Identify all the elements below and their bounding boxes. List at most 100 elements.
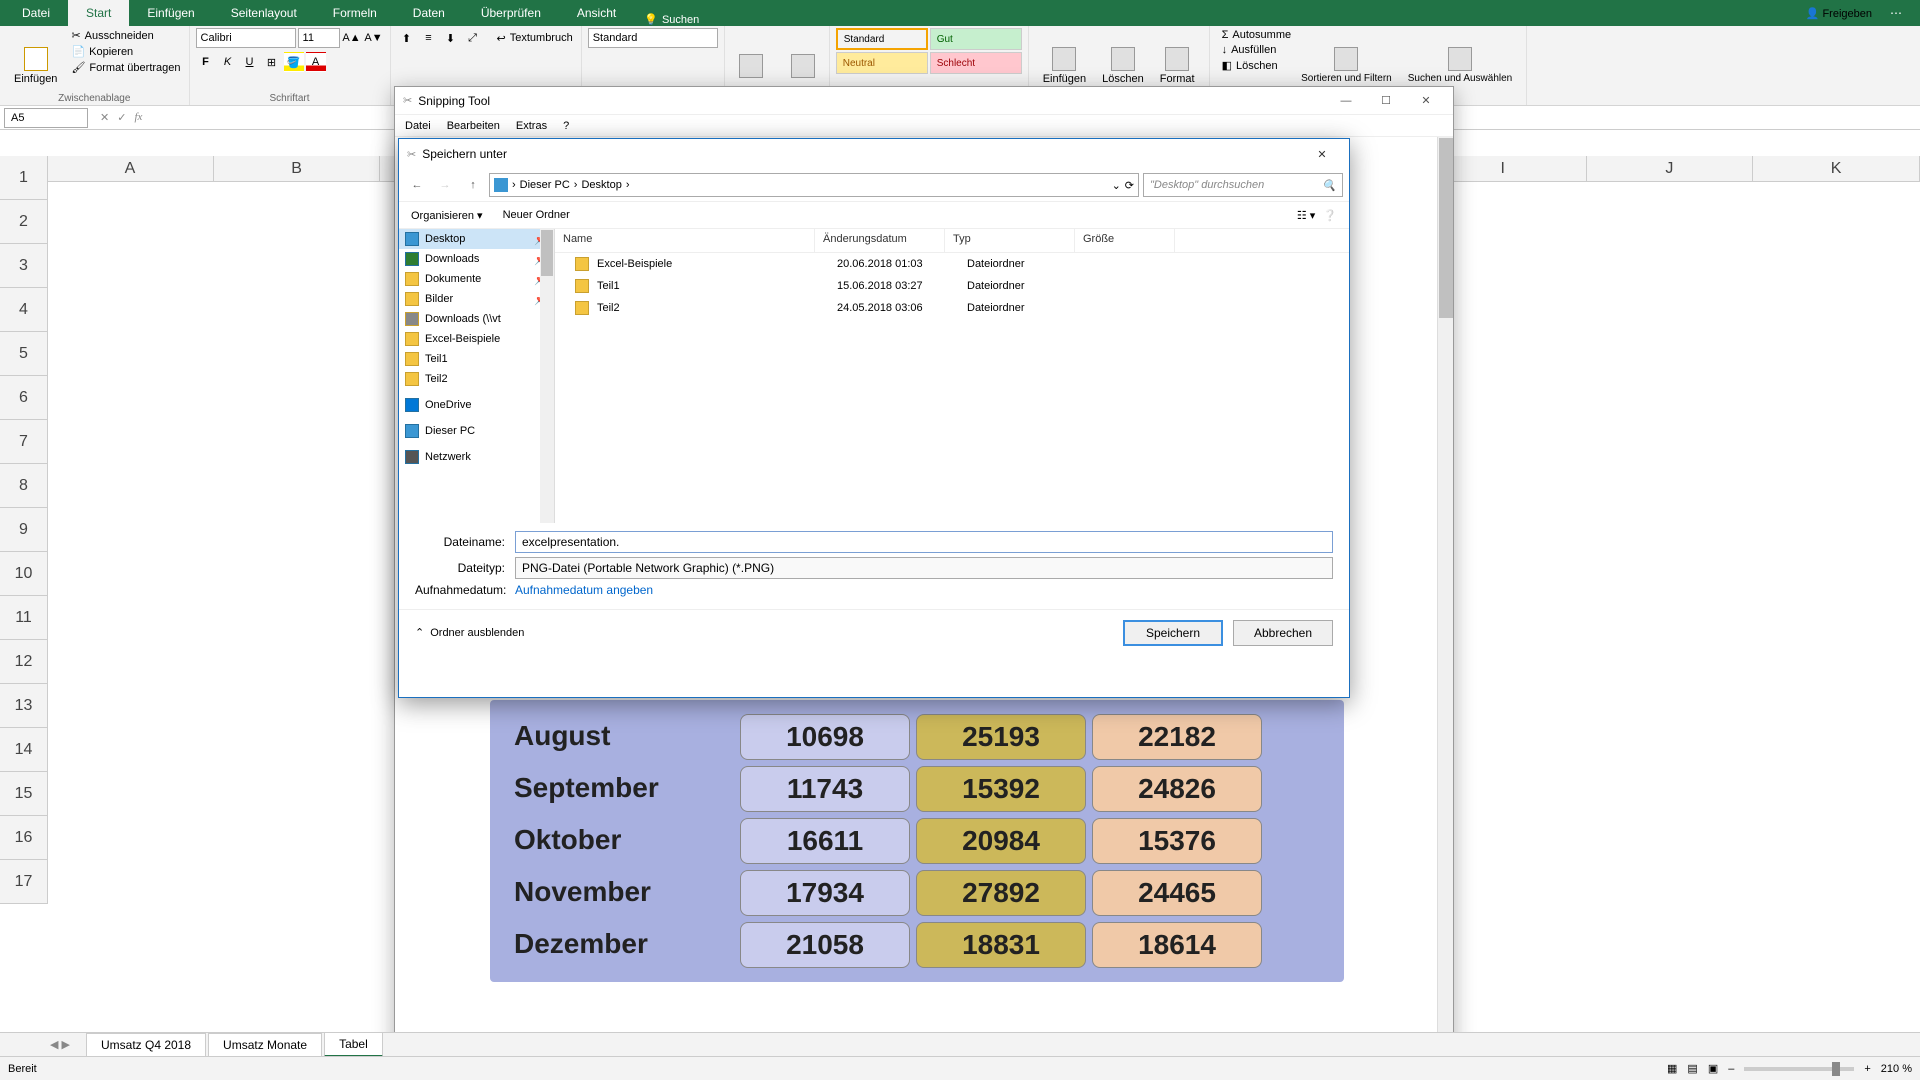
formulas-tab[interactable]: Formeln (315, 0, 395, 26)
tree-this-pc[interactable]: Dieser PC (399, 421, 554, 441)
new-folder-button[interactable]: Neuer Ordner (503, 209, 570, 221)
zoom-out-button[interactable]: – (1728, 1063, 1734, 1075)
up-button[interactable]: ↑ (461, 173, 485, 197)
cancel-button[interactable]: Abbrechen (1233, 620, 1333, 646)
zoom-in-button[interactable]: + (1864, 1063, 1870, 1075)
fill-color-button[interactable]: 🪣 (284, 52, 304, 72)
snip-scrollbar[interactable] (1437, 137, 1453, 1063)
row-header[interactable]: 15 (0, 772, 48, 816)
view-normal-button[interactable]: ▦ (1667, 1062, 1677, 1075)
style-bad[interactable]: Schlecht (930, 52, 1022, 74)
col-size[interactable]: Größe (1075, 229, 1175, 252)
col-header-k[interactable]: K (1753, 156, 1920, 181)
view-page-button[interactable]: ▤ (1687, 1062, 1697, 1075)
start-tab[interactable]: Start (68, 0, 129, 26)
maximize-button[interactable]: ☐ (1367, 89, 1405, 113)
decrease-font-button[interactable]: A▼ (364, 28, 384, 48)
row-header[interactable]: 7 (0, 420, 48, 464)
review-tab[interactable]: Überprüfen (463, 0, 559, 26)
sheet-nav[interactable]: ◀ ▶ (50, 1038, 70, 1051)
slider-thumb[interactable] (1832, 1062, 1840, 1076)
font-name-select[interactable] (196, 28, 296, 48)
file-row[interactable]: Excel-Beispiele 20.06.2018 01:03 Dateior… (555, 253, 1349, 275)
col-header-j[interactable]: J (1587, 156, 1754, 181)
orientation-button[interactable]: ⤢ (463, 28, 483, 48)
view-break-button[interactable]: ▣ (1708, 1062, 1718, 1075)
sheet-tab-2[interactable]: Umsatz Monate (208, 1033, 322, 1056)
row-header[interactable]: 6 (0, 376, 48, 420)
tree-network[interactable]: Netzwerk⌄ (399, 447, 554, 467)
tree-onedrive[interactable]: OneDrive (399, 395, 554, 415)
fill-button[interactable]: ↓Ausfüllen (1220, 43, 1294, 57)
tree-scrollbar[interactable] (540, 229, 554, 523)
row-header[interactable]: 8 (0, 464, 48, 508)
col-type[interactable]: Typ (945, 229, 1075, 252)
menu-help[interactable]: ? (563, 120, 569, 132)
file-row[interactable]: Teil1 15.06.2018 03:27 Dateiordner (555, 275, 1349, 297)
row-header[interactable]: 10 (0, 552, 48, 596)
row-header[interactable]: 2 (0, 200, 48, 244)
col-header-b[interactable]: B (214, 156, 381, 181)
filetype-select[interactable]: PNG-Datei (Portable Network Graphic) (*.… (515, 557, 1333, 579)
chevron-down-icon[interactable]: ⌄ (1112, 179, 1121, 192)
insert-tab[interactable]: Einfügen (129, 0, 212, 26)
data-tab[interactable]: Daten (395, 0, 463, 26)
help-button[interactable]: ❔ (1323, 209, 1337, 222)
col-date[interactable]: Änderungsdatum (815, 229, 945, 252)
menu-edit[interactable]: Bearbeiten (447, 120, 500, 132)
view-tab[interactable]: Ansicht (559, 0, 634, 26)
row-header[interactable]: 3 (0, 244, 48, 288)
view-options-button[interactable]: ☷ ▾ (1297, 209, 1315, 222)
tell-me-search[interactable]: 💡 Suchen (644, 13, 699, 26)
tree-pictures[interactable]: Bilder📌 (399, 289, 554, 309)
row-header[interactable]: 11 (0, 596, 48, 640)
wrap-text-button[interactable]: ↩Textumbruch (495, 31, 575, 46)
col-name[interactable]: Name (555, 229, 815, 252)
row-header[interactable]: 12 (0, 640, 48, 684)
tree-teil1[interactable]: Teil1 (399, 349, 554, 369)
paste-button[interactable]: Einfügen (6, 28, 65, 103)
autosum-button[interactable]: ΣAutosumme (1220, 28, 1294, 42)
ribbon-options-button[interactable]: ⋯ (1872, 0, 1920, 26)
row-header[interactable]: 4 (0, 288, 48, 332)
search-input[interactable]: "Desktop" durchsuchen 🔍 (1143, 173, 1343, 197)
format-painter-button[interactable]: 🖌Format übertragen (69, 60, 182, 75)
increase-font-button[interactable]: A▲ (342, 28, 362, 48)
name-box[interactable]: A5 (4, 108, 88, 128)
row-header[interactable]: 1 (0, 156, 48, 200)
border-button[interactable]: ⊞ (262, 52, 282, 72)
underline-button[interactable]: U (240, 52, 260, 72)
row-header[interactable]: 5 (0, 332, 48, 376)
forward-button[interactable]: → (433, 173, 457, 197)
number-format-select[interactable] (588, 28, 718, 48)
cut-button[interactable]: ✂Ausschneiden (69, 28, 182, 43)
tree-excel-bsp[interactable]: Excel-Beispiele (399, 329, 554, 349)
share-button[interactable]: 👤 Freigeben (1806, 7, 1872, 20)
font-color-button[interactable]: A (306, 52, 326, 72)
bold-button[interactable]: F (196, 52, 216, 72)
minimize-button[interactable]: — (1327, 89, 1365, 113)
refresh-icon[interactable]: ⟳ (1125, 179, 1134, 192)
address-bar[interactable]: › Dieser PC › Desktop › ⌄ ⟳ (489, 173, 1139, 197)
layout-tab[interactable]: Seitenlayout (213, 0, 315, 26)
fx-button[interactable]: fx (134, 111, 142, 124)
style-good[interactable]: Gut (930, 28, 1022, 50)
close-dialog-button[interactable]: ✕ (1303, 142, 1341, 166)
row-header[interactable]: 9 (0, 508, 48, 552)
file-row[interactable]: Teil2 24.05.2018 03:06 Dateiordner (555, 297, 1349, 319)
row-header[interactable]: 14 (0, 728, 48, 772)
sheet-tab-1[interactable]: Umsatz Q4 2018 (86, 1033, 206, 1056)
file-tab[interactable]: Datei (4, 0, 68, 26)
organize-button[interactable]: Organisieren ▾ (411, 209, 483, 222)
enter-formula-button[interactable]: ✓ (117, 111, 126, 124)
font-size-select[interactable] (298, 28, 340, 48)
row-header[interactable]: 13 (0, 684, 48, 728)
tree-downloads[interactable]: Downloads📌 (399, 249, 554, 269)
filename-input[interactable] (515, 531, 1333, 553)
hide-folders-button[interactable]: ⌃ Ordner ausblenden (415, 626, 524, 639)
cancel-formula-button[interactable]: ✕ (100, 111, 109, 124)
tree-teil2[interactable]: Teil2 (399, 369, 554, 389)
style-neutral[interactable]: Neutral (836, 52, 928, 74)
italic-button[interactable]: K (218, 52, 238, 72)
tree-desktop[interactable]: Desktop📌 (399, 229, 554, 249)
